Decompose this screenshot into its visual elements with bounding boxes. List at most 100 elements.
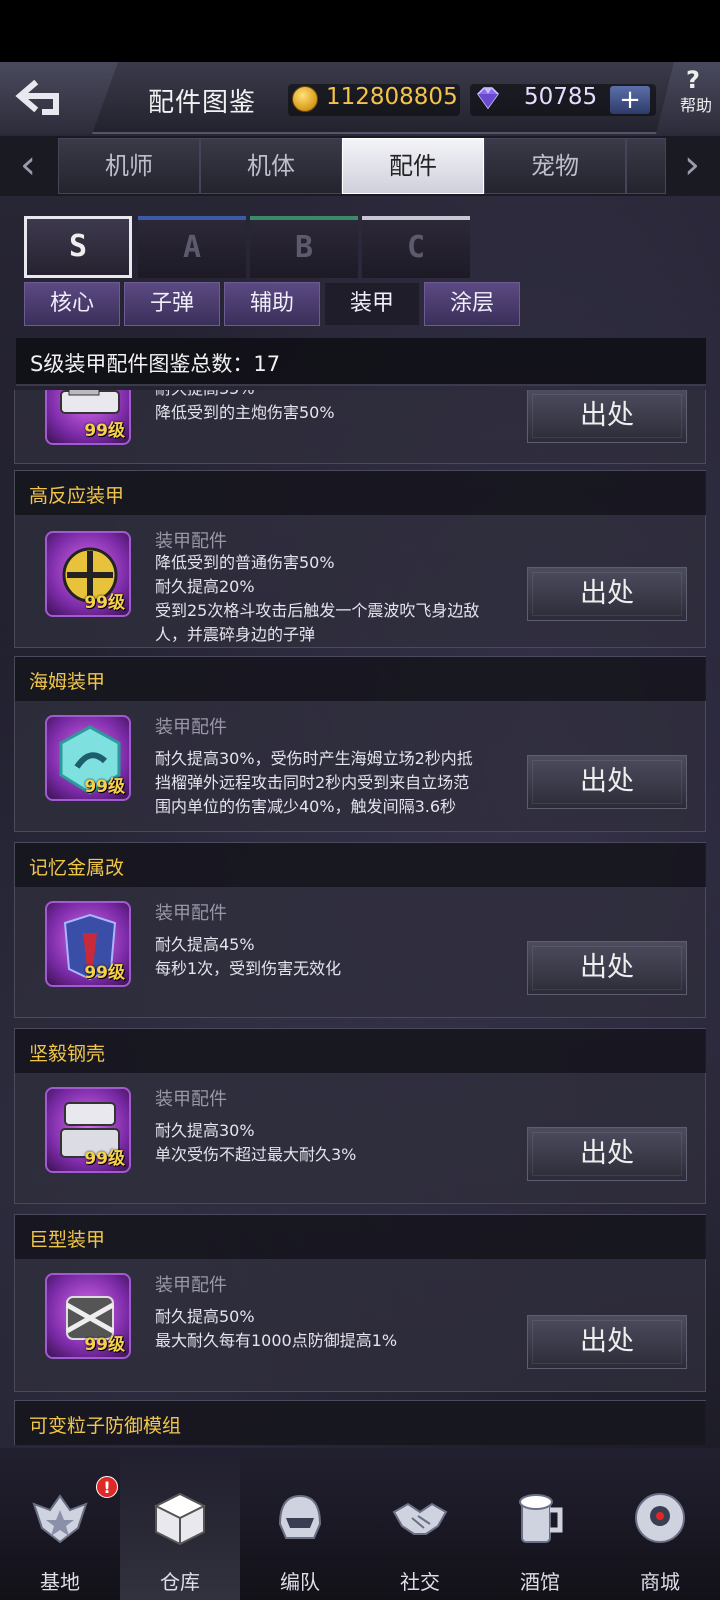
rank-tab-s[interactable]: S (24, 216, 132, 278)
type-tab-bullet[interactable]: 子弹 (124, 282, 220, 326)
tab-pilot[interactable]: 机师 (58, 138, 200, 194)
memory-metal-icon: 99级 (45, 901, 131, 987)
steel-shell-icon: 99级 (45, 1087, 131, 1173)
haim-shield-icon: 99级 (45, 715, 131, 801)
tab-parts[interactable]: 配件 (342, 138, 484, 194)
item-desc-line: 耐久提高50% (155, 1307, 255, 1326)
item-name: 可变粒子防御模组 (29, 1415, 182, 1437)
nav-base[interactable]: 基地 (0, 1448, 120, 1600)
item-name: 高反应装甲 (29, 485, 125, 507)
item-desc-line: 围内单位的伤害减少40%，触发间隔3.6秒 (155, 797, 457, 816)
nav-shop[interactable]: 商城 (600, 1448, 720, 1600)
item-category: 装甲配件 (155, 531, 227, 552)
item-category: 装甲配件 (155, 903, 227, 924)
item-name: 记忆金属改 (29, 857, 125, 879)
type-tab-coating[interactable]: 涂层 (424, 282, 520, 326)
nav-label: 编队 (280, 1570, 320, 1594)
nav-social[interactable]: 社交 (360, 1448, 480, 1600)
source-button[interactable]: 出处 (527, 567, 687, 621)
list-item: 坚毅钢壳 99级 装甲配件 耐久提高30% 单次受伤不超过最大耐久3% 出处 (14, 1028, 706, 1204)
base-emblem-icon (32, 1494, 88, 1544)
nav-warehouse[interactable]: 仓库 (120, 1448, 240, 1600)
nav-label: 社交 (400, 1570, 440, 1594)
list-item: 高反应装甲 99级 装甲配件 降低受到的普通伤害50% 耐久提高20% 受到25… (14, 470, 706, 648)
list-item: 记忆金属改 99级 装甲配件 耐久提高45% 每秒1次，受到伤害无效化 出处 (14, 842, 706, 1018)
item-desc-line: 每秒1次，受到伤害无效化 (155, 959, 342, 978)
item-category: 装甲配件 (155, 1275, 227, 1296)
item-name: 巨型装甲 (29, 1229, 106, 1251)
source-button[interactable]: 出处 (527, 390, 687, 443)
item-name: 海姆装甲 (29, 671, 106, 693)
card-header (15, 1215, 706, 1259)
item-desc-line: 挡榴弹外远程攻击同时2秒内受到来自立场范 (155, 773, 470, 792)
nav-label: 商城 (640, 1570, 680, 1594)
list-item: 99级 耐久提高35% 降低受到的主炮伤害50% 出处 (14, 390, 706, 464)
item-desc-line: 最大耐久每有1000点防御提高1% (155, 1331, 398, 1350)
nav-label: 基地 (40, 1570, 80, 1594)
item-name: 坚毅钢壳 (29, 1043, 106, 1065)
nav-label: 酒馆 (520, 1570, 560, 1594)
source-button[interactable]: 出处 (527, 941, 687, 995)
diamond-icon (477, 87, 499, 110)
armor-vehicle-icon: 99级 (45, 390, 131, 445)
source-button[interactable]: 出处 (527, 755, 687, 809)
warehouse-cube-icon (153, 1492, 207, 1546)
rank-tab-c[interactable]: C (362, 216, 470, 278)
nav-formation[interactable]: 编队 (240, 1448, 360, 1600)
add-gems-button[interactable]: + (610, 86, 650, 114)
list-item: 海姆装甲 99级 装甲配件 耐久提高30%，受伤时产生海姆立场2秒内抵 挡榴弹外… (14, 656, 706, 832)
handshake-icon (392, 1502, 448, 1535)
item-level: 99级 (84, 777, 125, 797)
back-arrow-icon (15, 79, 59, 115)
card-header (15, 1029, 706, 1073)
tab-mech[interactable]: 机体 (200, 138, 342, 194)
gem-value: 50785 (524, 84, 598, 110)
help-label: 帮助 (680, 96, 713, 115)
type-tab-support[interactable]: 辅助 (224, 282, 320, 326)
item-desc-line: 耐久提高30% (155, 1121, 255, 1140)
item-desc-line: 耐久提高35% (155, 390, 535, 401)
helmet-icon (278, 1494, 322, 1539)
list-item: 巨型装甲 99级 装甲配件 耐久提高50% 最大耐久每有1000点防御提高1% … (14, 1214, 706, 1392)
item-desc-line: 耐久提高30%，受伤时产生海姆立场2秒内抵 (155, 749, 473, 768)
item-desc-line: 单次受伤不超过最大耐久3% (155, 1145, 357, 1164)
item-desc-line: 耐久提高20% (155, 577, 255, 596)
source-button[interactable]: 出处 (527, 1127, 687, 1181)
collection-count: S级装甲配件图鉴总数：17 (30, 352, 281, 376)
item-desc-line: 耐久提高45% (155, 935, 255, 954)
item-level: 99级 (84, 963, 125, 983)
rank-tab-a[interactable]: A (138, 216, 246, 278)
item-desc-line: 受到25次格斗攻击后触发一个震波吹飞身边敌 (155, 601, 480, 620)
tab-pet[interactable]: 宠物 (484, 138, 626, 194)
item-level: 99级 (84, 1149, 125, 1169)
gold-coin-icon (292, 86, 318, 112)
giant-armor-icon: 99级 (45, 1273, 131, 1359)
item-list[interactable]: 99级 耐久提高35% 降低受到的主炮伤害50% 出处 高反应装甲 99级 装甲… (14, 390, 706, 1445)
reactive-armor-icon: 99级 (45, 531, 131, 617)
item-level: 99级 (84, 421, 125, 441)
type-tab-core[interactable]: 核心 (24, 282, 120, 326)
coin-value: 112808805 (326, 84, 458, 110)
rank-tab-b[interactable]: B (250, 216, 358, 278)
item-category: 装甲配件 (155, 1089, 227, 1110)
tab-overflow (626, 138, 666, 194)
item-level: 99级 (84, 1335, 125, 1355)
shop-robot-icon (635, 1493, 685, 1543)
type-tab-armor[interactable]: 装甲 (324, 282, 420, 326)
help-icon: ? (686, 66, 700, 94)
item-desc-line: 降低受到的普通伤害50% (155, 553, 335, 572)
source-button[interactable]: 出处 (527, 1315, 687, 1369)
page-title: 配件图鉴 (148, 88, 257, 118)
status-bar (0, 0, 720, 62)
nav-tavern[interactable]: 酒馆 (480, 1448, 600, 1600)
card-header (15, 657, 706, 701)
beer-mug-icon (519, 1494, 563, 1543)
chevron-left-icon[interactable]: ‹ (6, 136, 50, 196)
item-level: 99级 (84, 593, 125, 613)
nav-label: 仓库 (160, 1570, 200, 1594)
chevron-right-icon[interactable]: › (670, 136, 714, 196)
item-desc-line: 降低受到的主炮伤害50% (155, 403, 335, 422)
item-desc-line: 人，并震碎身边的子弹 (155, 625, 316, 644)
item-category: 装甲配件 (155, 717, 227, 738)
alert-badge: ! (96, 1476, 118, 1498)
